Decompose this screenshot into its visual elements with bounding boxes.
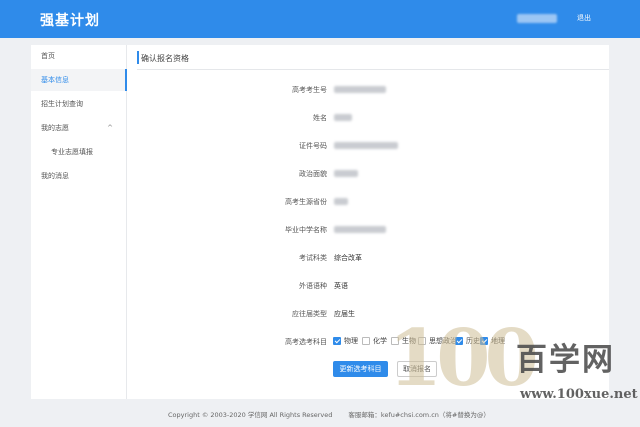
checkbox-icon[interactable] — [362, 337, 370, 345]
subject-politics[interactable]: 思想政治 — [418, 336, 457, 346]
field-label-elective-subjects: 高考选考科目 — [285, 338, 327, 346]
field-label-graduate-type: 应往届类型 — [292, 310, 327, 318]
subject-geography[interactable]: 地理 — [480, 336, 505, 346]
subject-physics[interactable]: 物理 — [333, 336, 358, 346]
field-label-school-name: 毕业中学名称 — [285, 226, 327, 234]
sidebar-item-home[interactable]: 首页 — [31, 45, 127, 67]
brand-title: 强基计划 — [40, 13, 100, 29]
checkbox-icon[interactable] — [418, 337, 426, 345]
divider — [137, 69, 609, 70]
section-title: 确认报名资格 — [141, 54, 189, 63]
logout-link[interactable]: 退出 — [577, 13, 591, 23]
field-value-graduate-type: 应届生 — [334, 310, 355, 318]
sidebar-item-label: 我的志愿 — [41, 124, 69, 132]
field-label-name: 姓名 — [313, 114, 327, 122]
checkbox-checked-icon[interactable] — [480, 337, 488, 345]
field-value-foreign-language: 英语 — [334, 282, 348, 290]
footer-contact: 客服邮箱：kefu#chsi.com.cn（将#替换为@） — [348, 411, 490, 419]
section-title-accent — [137, 51, 139, 64]
update-subjects-button[interactable]: 更新选考科目 — [333, 361, 388, 377]
field-value-redacted — [334, 170, 358, 177]
sidebar-item-my-messages[interactable]: 我的消息 — [31, 165, 127, 187]
field-value-redacted — [334, 86, 386, 93]
subject-biology[interactable]: 生物 — [391, 336, 416, 346]
footer: Copyright © 2003-2020 学信网 All Rights Res… — [168, 409, 490, 419]
field-label-foreign-language: 外语语种 — [299, 282, 327, 290]
field-label-exam-number: 高考考生号 — [292, 86, 327, 94]
username-redacted — [517, 14, 557, 23]
sidebar-item-my-preferences[interactable]: 我的志愿 ^ — [31, 117, 127, 139]
subject-history[interactable]: 历史 — [455, 336, 480, 346]
cancel-registration-button[interactable]: 取消报名 — [397, 361, 437, 377]
sidebar-item-enrollment-plan[interactable]: 招生计划查询 — [31, 93, 127, 115]
sidebar-item-major-preferences[interactable]: 专业志愿填报 — [31, 141, 127, 163]
top-bar: 强基计划 退出 — [0, 0, 640, 38]
field-label-political-status: 政治面貌 — [299, 170, 327, 178]
chevron-up-icon: ^ — [107, 124, 113, 132]
checkbox-checked-icon[interactable] — [455, 337, 463, 345]
field-value-redacted — [334, 114, 352, 121]
field-value-redacted — [334, 226, 386, 233]
subject-chemistry[interactable]: 化学 — [362, 336, 387, 346]
field-value-exam-category: 综合改革 — [334, 254, 362, 262]
field-label-province: 高考生源省份 — [285, 198, 327, 206]
sidebar: 首页 基本信息 招生计划查询 我的志愿 ^ 专业志愿填报 我的消息 — [31, 45, 127, 399]
sidebar-item-basic-info[interactable]: 基本信息 — [31, 69, 127, 91]
field-label-exam-category: 考试科类 — [299, 254, 327, 262]
footer-copyright: Copyright © 2003-2020 学信网 All Rights Res… — [168, 411, 333, 419]
checkbox-checked-icon[interactable] — [333, 337, 341, 345]
field-value-redacted — [334, 142, 398, 149]
checkbox-icon[interactable] — [391, 337, 399, 345]
field-value-redacted — [334, 198, 348, 205]
field-label-id-number: 证件号码 — [299, 142, 327, 150]
